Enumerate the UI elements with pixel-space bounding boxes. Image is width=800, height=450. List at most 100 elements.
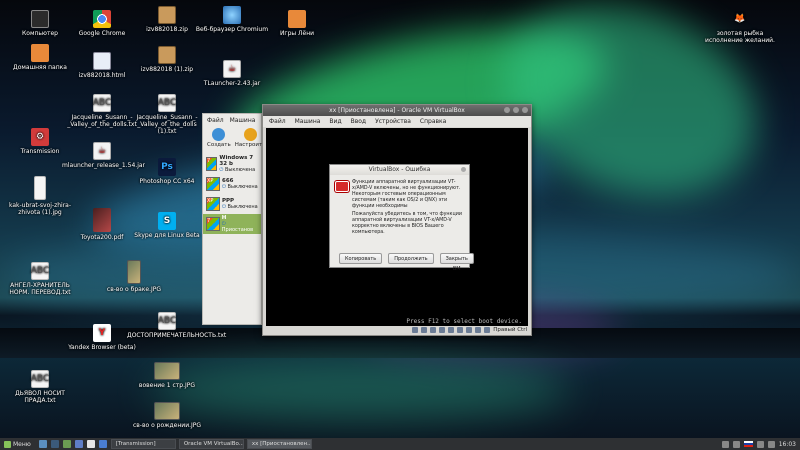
keyboard-layout-icon[interactable] — [743, 441, 753, 447]
desktop-icon-label: ДЬЯВОЛ НОСИТ ПРАДА.txt — [15, 390, 65, 404]
virtualbox-icon[interactable] — [74, 440, 83, 448]
text-file-icon: ABC — [31, 370, 49, 388]
start-menu-label: Меню — [13, 440, 31, 448]
quick-launch — [35, 440, 111, 448]
vm-state: Выключена — [222, 204, 258, 210]
minimize-button[interactable] — [504, 107, 510, 113]
audio-icon[interactable] — [430, 327, 437, 333]
update-manager-icon[interactable] — [721, 440, 729, 448]
keyboard-icon[interactable] — [484, 327, 491, 333]
desktop-icon-venie[interactable]: вовение 1 стр.JPG — [127, 362, 207, 389]
continue-button[interactable]: Продолжить — [388, 253, 434, 264]
menu-item-machine[interactable]: Машина — [230, 117, 256, 124]
yandex-taskbar-icon[interactable] — [86, 440, 95, 448]
network-icon[interactable] — [439, 327, 446, 333]
display-icon[interactable] — [466, 327, 473, 333]
text-file-icon: ABC — [158, 94, 176, 112]
mouse-integration-icon[interactable] — [475, 327, 482, 333]
error-hint: Пожалуйста убедитесь в том, что функции … — [352, 212, 462, 235]
folder-icon — [288, 10, 306, 28]
desktop-icon-rybka[interactable]: 🦊 золотая рыбка исполнение желаний. — [700, 10, 780, 44]
host-key-label: Правый Ctrl — [493, 327, 527, 333]
desktop-icon-photoshop[interactable]: Ps Photoshop CC x64 — [127, 158, 207, 185]
terminal-icon[interactable] — [50, 440, 59, 448]
create-vm-button[interactable]: Создать — [207, 128, 231, 152]
vm-list-item-selected[interactable]: 7 Н Приостанов — [203, 214, 261, 234]
shared-folder-icon[interactable] — [457, 327, 464, 333]
taskbar-item-vm-window[interactable]: xx [Приостановлен... — [246, 439, 312, 449]
desktop-icon-dostop[interactable]: ABC ДОСТОПРИМЕЧАТЕЛЬНОСТЬ.txt — [127, 312, 226, 339]
desktop-icon-label: Photoshop CC x64 — [139, 178, 195, 185]
menu-item-input[interactable]: Ввод — [351, 118, 366, 125]
show-desktop-icon[interactable] — [38, 440, 47, 448]
chrome-taskbar-icon[interactable] — [98, 440, 107, 448]
desktop-icon-label: Домашняя папка — [13, 64, 67, 71]
taskbar-item-virtualbox-manager[interactable]: Oracle VM VirtualBo... — [178, 439, 244, 449]
water-reflection — [150, 360, 570, 420]
maximize-button[interactable] — [513, 107, 519, 113]
clock[interactable]: 16:03 — [779, 441, 796, 448]
gear-icon — [243, 128, 257, 141]
close-button[interactable] — [522, 107, 528, 113]
archive-icon — [158, 6, 176, 24]
desktop-icon-label: Yandex Browser (beta) — [68, 344, 136, 351]
desktop-icon-label: Компьютер — [22, 30, 58, 37]
settings-vm-button[interactable]: Настроить — [234, 128, 266, 152]
menu-item-file[interactable]: Файл — [269, 118, 286, 125]
desktop-icon-rozhd[interactable]: св-во о рождении.JPG — [127, 402, 207, 429]
desktop-icon-label: АНГЕЛ-ХРАНИТЕЛЬ НОРМ. ПЕРЕВОД.txt — [9, 282, 71, 296]
dialog-title[interactable]: VirtualBox - Ошибка — [330, 165, 469, 175]
boot-message: Press F12 to select boot device. — [406, 318, 522, 325]
desktop-icon-skype[interactable]: S Skype для Linux Beta — [127, 212, 207, 239]
windows-os-icon: 7 — [206, 217, 220, 231]
window-controls — [504, 107, 528, 113]
optical-drive-icon[interactable] — [421, 327, 428, 333]
vm-list-item[interactable]: XP 666 Выключена — [203, 174, 261, 194]
chrome-icon — [93, 10, 111, 28]
menu-item-view[interactable]: Вид — [329, 118, 341, 125]
volume-icon[interactable] — [767, 440, 775, 448]
windows-os-icon: XP — [206, 197, 220, 211]
text-file-icon: ABC — [31, 262, 49, 280]
desktop-icon-label: Игры Лёни — [279, 30, 315, 37]
hdd-icon[interactable] — [412, 327, 419, 333]
vm-window-title[interactable]: xx [Приостановлена] - Oracle VM VirtualB… — [263, 105, 531, 116]
start-menu-button[interactable]: Меню — [0, 438, 35, 450]
pdf-file-icon — [93, 208, 111, 232]
vm-list-item[interactable]: XP PPP Выключена — [203, 194, 261, 214]
desktop-icon-tlauncher[interactable]: ☕ TLauncher-2.43.jar — [192, 60, 272, 87]
vm-list-item[interactable]: 7 Windows 7 32 b Выключена — [203, 154, 261, 174]
yandex-icon: Y — [93, 324, 111, 342]
desktop-icon-dyavol[interactable]: ABC ДЬЯВОЛ НОСИТ ПРАДА.txt — [0, 370, 80, 404]
taskbar-item-transmission[interactable]: [Transmission] — [110, 439, 176, 449]
desktop-icon-label: вовение 1 стр.JPG — [138, 382, 196, 389]
archive-icon — [158, 46, 176, 64]
shield-icon[interactable] — [756, 440, 764, 448]
windows-os-icon: 7 — [206, 157, 218, 171]
menu-item-file[interactable]: Файл — [207, 117, 224, 124]
manager-menubar: Файл Машина — [203, 114, 261, 126]
usb-icon[interactable] — [448, 327, 455, 333]
desktop-icon-label: izv882018 (1).zip — [140, 66, 194, 73]
menu-item-devices[interactable]: Устройства — [375, 118, 411, 125]
desktop-icon-brak[interactable]: св-во о браке.JPG — [94, 260, 174, 293]
image-file-icon — [127, 260, 141, 284]
desktop-icon-label: Skype для Linux Beta — [134, 232, 200, 239]
error-icon — [335, 181, 349, 192]
globe-icon — [223, 6, 241, 24]
copy-button[interactable]: Копировать — [339, 253, 383, 264]
menu-item-machine[interactable]: Машина — [295, 118, 321, 125]
dialog-close-button[interactable] — [461, 167, 466, 172]
network-tray-icon[interactable] — [732, 440, 740, 448]
desktop-icon-susann2[interactable]: ABC Jacqueline_Susann_-_Valley_of_the_do… — [127, 94, 207, 135]
desktop-icon-angel[interactable]: ABC АНГЕЛ-ХРАНИТЕЛЬ НОРМ. ПЕРЕВОД.txt — [0, 262, 80, 296]
menu-item-help[interactable]: Справка — [420, 118, 446, 125]
files-icon[interactable] — [62, 440, 71, 448]
settings-label: Настроить — [234, 142, 266, 148]
windows-os-icon: XP — [206, 177, 220, 191]
error-dialog[interactable]: VirtualBox - Ошибка Функции аппаратной в… — [329, 164, 474, 272]
virtualbox-manager-window[interactable]: Файл Машина Создать Настроить 7 Windows … — [202, 113, 265, 325]
close-vm-button[interactable]: Закрыть ВМ — [439, 253, 474, 272]
desktop-icon-games[interactable]: Игры Лёни — [257, 10, 337, 37]
vm-state: Приостанов — [222, 221, 258, 233]
